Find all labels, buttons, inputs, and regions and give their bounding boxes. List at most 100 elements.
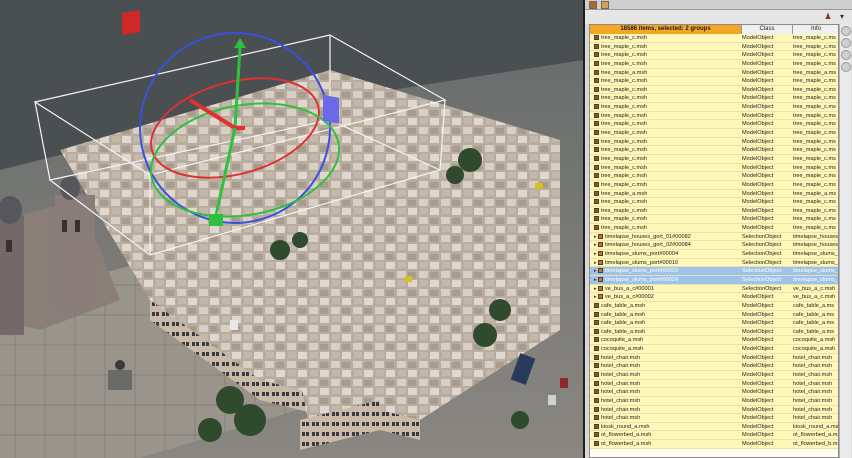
table-row[interactable]: ot_flowerbed_a.msh ModelObject ot_flowerbe… [590,440,838,449]
scroll-button-2[interactable] [841,38,851,48]
row-class: ModelObject [742,78,774,85]
row-name: tree_maple_a.msh [601,69,648,76]
mesh-icon [594,121,599,127]
table-row[interactable]: hotel_chair.msh ModelObject hotel_chair.ms… [590,362,838,371]
row-name: tree_maple_c.msh [601,95,648,102]
table-row[interactable]: hotel_chair.msh ModelObject hotel_chair.ms… [590,353,838,363]
table-row[interactable]: tree_maple_c.msh ModelObject tree_maple_c.… [590,224,838,233]
table-row[interactable]: tree_maple_c.msh ModelObject tree_maple_c.… [590,129,838,138]
mesh-icon [594,320,599,326]
table-row[interactable]: cafe_table_a.msh ModelObject cafe_table_a.… [590,310,838,320]
scroll-button-4[interactable] [841,62,851,72]
header-summary[interactable]: 18586 items, selected: 2 groups [590,25,742,34]
table-row[interactable]: tree_maple_c.msh ModelObject tree_maple_c.… [590,180,838,190]
row-name-cell: tree_maple_c.msh [590,181,740,189]
row-name: hotel_chair.msh [601,397,641,404]
row-name-cell: hotel_chair.msh [590,388,740,396]
table-row[interactable]: tree_maple_c.msh ModelObject tree_maple_c.… [590,51,838,60]
table-row[interactable]: hotel_chair.msh ModelObject hotel_chair.ms… [590,414,838,423]
scroll-up-button[interactable] [841,26,851,36]
3d-viewport[interactable] [0,0,583,458]
table-row[interactable]: tree_maple_c.msh ModelObject tree_maple_c.… [590,85,838,95]
row-info: tree_maple_c.ms [793,199,836,206]
row-info: ve_bus_a_c.msh [793,294,836,301]
table-row[interactable]: cafe_table_a.msh ModelObject cafe_table_a.… [590,301,838,311]
layers-tab-icon[interactable] [601,1,609,9]
table-row[interactable]: tree_maple_a.msh ModelObject tree_maple_a.… [590,68,838,78]
table-row[interactable]: tree_maple_c.msh ModelObject tree_maple_c.… [590,34,838,43]
grid-scrollbar[interactable] [839,24,851,458]
table-row[interactable]: tree_maple_a.msh ModelObject tree_maple_a.… [590,189,838,199]
x-axis-handle[interactable] [122,10,140,35]
mesh-icon [594,147,599,153]
row-name-cell: cafe_table_a.msh [590,302,740,310]
row-info: hotel_chair.msh [793,380,833,387]
table-row[interactable]: tree_maple_c.msh ModelObject tree_maple_c.… [590,206,838,216]
object-list-grid[interactable]: 18586 items, selected: 2 groups Class In… [589,24,839,458]
mesh-icon [594,78,599,84]
row-class: ModelObject [742,95,774,102]
row-info: cafe_table_a.ms [793,320,835,327]
table-row[interactable]: tree_maple_c.msh ModelObject tree_maple_c.… [590,120,838,130]
grid-rows: tree_maple_c.msh ModelObject tree_maple_c.… [590,34,839,449]
table-row[interactable]: ▸ timelapse_slums_port#00023 SelectionObje… [590,267,838,276]
table-row[interactable]: tree_maple_c.msh ModelObject tree_maple_c.… [590,59,838,69]
table-row[interactable]: ▸ timelapse_slums_port#00010 SelectionObje… [590,258,839,268]
row-class: ModelObject [742,190,774,197]
mesh-icon [594,380,599,386]
row-name: tree_maple_c.msh [601,104,648,111]
mesh-icon [594,423,599,429]
row-name: tree_maple_c.msh [601,225,648,232]
grid-header: 18586 items, selected: 2 groups Class In… [590,25,838,34]
row-class: ModelObject [742,354,774,361]
table-row[interactable]: hotel_chair.msh ModelObject hotel_chair.ms… [590,388,838,397]
z-axis-handle[interactable] [323,94,339,124]
table-row[interactable]: cocoquite_a.msh ModelObject cocoquite_a.ms… [590,345,838,354]
header-class[interactable]: Class [742,25,793,34]
table-row[interactable]: tree_maple_c.msh ModelObject tree_maple_c.… [590,154,838,164]
row-info: tree_maple_c.ms [793,138,836,145]
table-row[interactable]: tree_maple_c.msh ModelObject tree_maple_c.… [590,103,838,112]
row-class: ModelObject [742,112,774,119]
table-row[interactable]: ▸ timelapse_houses_gort_02#00084 Selection… [590,241,838,251]
table-row[interactable]: ▸ timelapse_houses_gort_01#00082 Selection… [590,232,838,242]
table-row[interactable]: tree_maple_c.msh ModelObject tree_maple_c.… [590,172,838,181]
outliner-tab-icon[interactable] [589,1,597,9]
table-row[interactable]: ot_flowerbed_a.msh ModelObject ot_flowerbe… [590,431,838,441]
row-info: tree_maple_c.ms [793,216,836,223]
table-row[interactable]: ▸ ve_bus_a_c#00001 SelectionObject ve_bus_a… [590,284,838,294]
panel-toolbar [585,0,852,10]
table-row[interactable]: tree_maple_c.msh ModelObject tree_maple_c.… [590,77,838,86]
row-info: timelapse_slums_p [793,259,839,266]
group-icon [598,294,603,300]
table-row[interactable]: tree_maple_c.msh ModelObject tree_maple_c.… [590,146,838,155]
table-row[interactable]: ▸ timelapse_slums_port#00029 SelectionObje… [590,275,838,285]
table-row[interactable]: hotel_chair.msh ModelObject hotel_chair.ms… [590,405,838,415]
table-row[interactable]: ▸ ve_bus_a_c#00002 ModelObject ve_bus_a_c.m… [590,293,838,302]
yellow-car[interactable] [535,183,543,189]
panel-subbar: ♟ ▾ [585,10,852,24]
table-row[interactable]: cafe_table_a.msh ModelObject cafe_table_a.… [590,327,838,337]
table-row[interactable]: hotel_chair.msh ModelObject hotel_chair.ms… [590,396,838,406]
person-icon[interactable]: ♟ [823,12,833,22]
table-row[interactable]: hotel_chair.msh ModelObject hotel_chair.ms… [590,379,838,389]
table-row[interactable]: tree_maple_c.msh ModelObject tree_maple_c.… [590,42,838,52]
filter-icon[interactable]: ▾ [837,12,847,22]
table-row[interactable]: tree_maple_c.msh ModelObject tree_maple_c.… [590,215,838,225]
table-row[interactable]: cafe_table_a.msh ModelObject cafe_table_a.… [590,319,838,328]
header-info[interactable]: Info [793,25,838,34]
scroll-button-3[interactable] [841,50,851,60]
table-row[interactable]: tree_maple_c.msh ModelObject tree_maple_c.… [590,137,838,147]
table-row[interactable]: cocoquite_a.msh ModelObject cocoquite_a.ms… [590,336,838,346]
row-name: tree_maple_c.msh [601,155,648,162]
table-row[interactable]: ▸ timelapse_slums_port#00004 SelectionObje… [590,250,838,259]
table-row[interactable]: hotel_chair.msh ModelObject hotel_chair.ms… [590,370,838,380]
table-row[interactable]: tree_maple_c.msh ModelObject tree_maple_c.… [590,111,838,121]
table-row[interactable]: tree_maple_c.msh ModelObject tree_maple_c.… [590,163,838,173]
row-info: hotel_chair.msh [793,363,833,370]
row-name-cell: tree_maple_a.msh [590,190,740,198]
table-row[interactable]: kiosk_round_a.msh ModelObject kiosk_round_… [590,422,838,432]
table-row[interactable]: tree_maple_c.msh ModelObject tree_maple_c.… [590,94,838,104]
table-row[interactable]: tree_maple_c.msh ModelObject tree_maple_c.… [590,198,838,207]
row-name-cell: ot_flowerbed_a.msh [590,431,740,439]
